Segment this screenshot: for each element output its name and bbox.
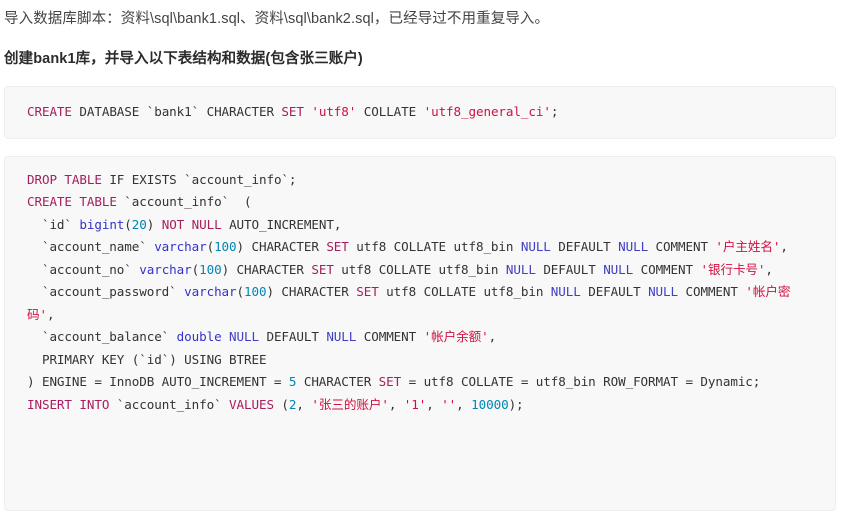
code-token: NULL: [229, 329, 259, 344]
code-token: CREATE: [27, 104, 72, 119]
code-token: ,: [456, 396, 472, 412]
code-token: (: [236, 284, 245, 299]
code-token: ) CHARACTER: [221, 261, 312, 277]
code-token: '': [441, 396, 457, 412]
code-token: ,: [388, 396, 404, 412]
code-token: ;: [550, 104, 559, 119]
code-content-create-table: DROP TABLE IF EXISTS `account_info`; CRE…: [27, 169, 813, 417]
code-token: 10000: [471, 396, 509, 412]
code-token: `account_balance`: [41, 329, 170, 344]
code-token: `account_info`: [116, 396, 222, 412]
code-block-create-database[interactable]: CREATE DATABASE `bank1` CHARACTER SET 'u…: [4, 86, 836, 139]
code-token: 100: [199, 261, 222, 277]
code-token: NULL: [326, 329, 357, 344]
code-token: (: [124, 216, 132, 232]
code-token: 100: [244, 284, 267, 299]
code-token: );: [508, 396, 524, 412]
code-token: NOT: [161, 216, 185, 232]
code-token: varchar: [154, 239, 207, 254]
code-token: `id`: [139, 351, 170, 367]
code-token: '1': [403, 396, 427, 412]
code-token: `bank1`: [146, 104, 200, 119]
code-token: COMMENT: [648, 239, 716, 254]
code-token: DEFAULT: [580, 284, 649, 299]
code-token: DROP: [27, 171, 57, 187]
code-token: 20: [131, 216, 147, 232]
code-token: INTO: [79, 396, 110, 412]
code-token: COMMENT: [678, 284, 746, 299]
code-token: CREATE: [27, 194, 72, 209]
code-token: SET: [311, 261, 334, 277]
code-token: TABLE: [64, 171, 102, 187]
code-token: NULL: [648, 284, 679, 299]
code-token: 'utf8': [311, 104, 357, 119]
code-token: ): [146, 216, 162, 232]
code-token: ) CHARACTER: [236, 239, 327, 254]
code-token: utf8 COLLATE utf8_bin: [333, 261, 506, 277]
code-content-create-database: CREATE DATABASE `bank1` CHARACTER SET 'u…: [27, 101, 813, 124]
document-page: 导入数据库脚本：资料\sql\bank1.sql、资料\sql\bank2.sq…: [0, 0, 856, 519]
code-token: `account_name`: [41, 239, 147, 254]
code-token: = utf8 COLLATE = utf8_bin ROW_FORMAT = D…: [408, 374, 761, 389]
code-token: NULL: [603, 261, 634, 277]
code-token: DEFAULT: [550, 239, 619, 254]
code-token: '户主姓名': [715, 239, 781, 254]
code-token: DEFAULT: [258, 329, 327, 344]
code-token: utf8 COLLATE utf8_bin: [348, 239, 521, 254]
code-token: SET: [378, 374, 402, 389]
code-token: utf8 COLLATE utf8_bin: [378, 284, 551, 299]
code-token: '张三的账户': [311, 396, 389, 412]
code-token: bigint: [79, 216, 125, 232]
code-token: (: [273, 396, 289, 412]
code-token: varchar: [184, 284, 237, 299]
code-token: SET: [281, 104, 304, 119]
code-token: 'utf8_general_ci': [423, 104, 551, 119]
code-token: NULL: [191, 216, 222, 232]
code-token: VALUES: [229, 396, 274, 412]
code-token: NULL: [505, 261, 536, 277]
code-token: IF EXISTS: [101, 171, 185, 187]
code-token: `account_info`: [184, 171, 289, 187]
code-token: DEFAULT: [535, 261, 604, 277]
code-token: '银行卡号': [700, 261, 766, 277]
code-block-create-table[interactable]: DROP TABLE IF EXISTS `account_info`; CRE…: [4, 155, 836, 511]
code-token: NULL: [618, 239, 649, 254]
code-token: ) CHARACTER: [266, 284, 357, 299]
code-token: NULL: [550, 284, 581, 299]
code-token: (: [191, 261, 200, 277]
code-token: varchar: [139, 261, 192, 277]
code-token: `id`: [41, 216, 72, 232]
code-token: 100: [214, 239, 237, 254]
code-token: `account_no`: [41, 261, 132, 277]
code-token: SET: [356, 284, 379, 299]
section-heading: 创建bank1库，并导入以下表结构和数据(包含张三账户): [4, 51, 363, 67]
code-token: COMMENT: [633, 261, 701, 277]
code-token: '帐户余额': [423, 329, 489, 344]
code-token: ;: [288, 171, 297, 187]
code-token: SET: [326, 239, 349, 254]
code-token: COMMENT: [356, 329, 424, 344]
code-token: ,: [426, 396, 442, 412]
code-token: TABLE: [79, 194, 117, 209]
code-token: COLLATE: [356, 104, 424, 119]
code-token: ,: [296, 396, 312, 412]
code-token: (: [206, 239, 215, 254]
code-token: NULL: [520, 239, 551, 254]
code-token: DATABASE: [71, 104, 147, 119]
code-token: INSERT: [27, 396, 72, 412]
code-token: CHARACTER: [199, 104, 282, 119]
intro-paragraph: 导入数据库脚本：资料\sql\bank1.sql、资料\sql\bank2.sq…: [4, 11, 550, 27]
code-token: `account_info`: [124, 194, 230, 209]
code-token: `account_password`: [41, 284, 177, 299]
code-token: double: [176, 329, 222, 344]
code-token: CHARACTER: [296, 374, 379, 389]
